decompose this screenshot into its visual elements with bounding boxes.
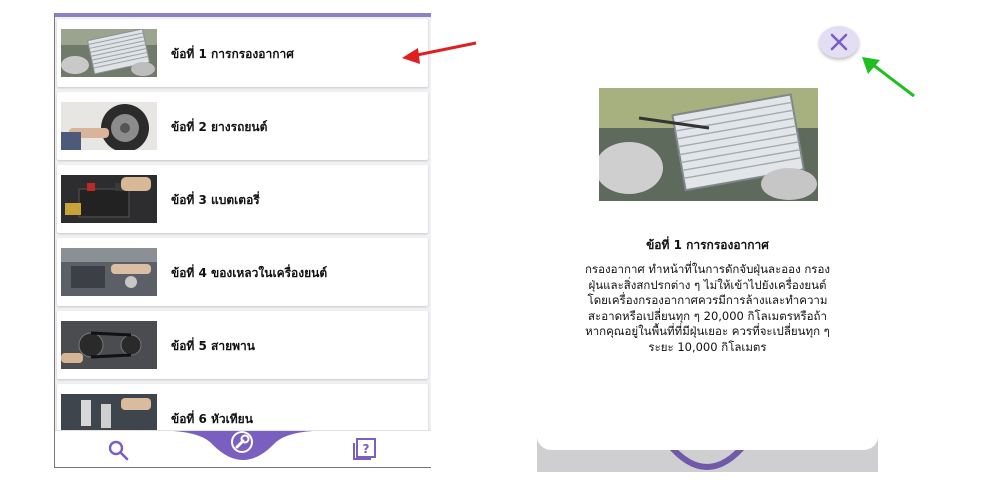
info-dialog: ข้อที่ 1 การกรองอากาศ กรองอากาศ ทำหน้าที… <box>537 8 878 450</box>
wrench-icon[interactable] <box>227 427 257 461</box>
body-line: กรองอากาศ ทำหน้าที่ในการดักจับฝุ่นละออง … <box>584 262 831 276</box>
body-line: สะอาดหรือเปลี่ยนทุก ๆ 20,000 กิโลเมตรหรื… <box>588 308 827 323</box>
belt-photo <box>61 321 157 369</box>
tire-photo <box>61 102 157 150</box>
bottom-navigation: ? <box>55 430 431 467</box>
list-item-label: ข้อที่ 2 ยางรถยนต์ <box>171 120 268 134</box>
detail-screen: ข้อที่ 1 การกรองอากาศ กรองอากาศ ทำหน้าที… <box>537 8 878 472</box>
top-app-bar <box>55 13 431 17</box>
list-item[interactable]: ข้อที่ 3 แบตเตอรี่ <box>57 165 428 233</box>
body-line: โดยเครื่องกรองอากาศควรมีการล้างและทำความ <box>587 293 828 307</box>
list-item-label: ข้อที่ 5 สายพาน <box>171 339 255 353</box>
list-item[interactable]: ข้อที่ 2 ยางรถยนต์ <box>57 92 428 160</box>
close-button[interactable] <box>819 26 859 58</box>
close-icon <box>830 33 848 51</box>
body-line: หากคุณอยู่ในพื้นที่ที่มีฝุ่นเยอะ ควรที่จ… <box>585 324 830 338</box>
body-line: ฝุ่นและสิ่งสกปรกต่าง ๆ ไม่ให้เข้าไปยังเค… <box>588 277 827 292</box>
body-line: ระยะ 10,000 กิโลเมตร <box>648 339 767 354</box>
list-item-label: ข้อที่ 1 การกรองอากาศ <box>171 47 294 61</box>
search-icon[interactable] <box>107 439 129 465</box>
dialog-title: ข้อที่ 1 การกรองอากาศ <box>646 238 769 252</box>
battery-photo <box>61 175 157 223</box>
help-book-icon[interactable]: ? <box>351 437 379 465</box>
list-item[interactable]: ข้อที่ 4 ของเหลวในเครื่องยนต์ <box>57 238 428 306</box>
list-item-label: ข้อที่ 4 ของเหลวในเครื่องยนต์ <box>171 266 328 280</box>
air-filter-photo <box>61 29 157 77</box>
list-item-label: ข้อที่ 3 แบตเตอรี่ <box>171 193 260 207</box>
list-item[interactable]: ข้อที่ 5 สายพาน <box>57 311 428 379</box>
svg-text:?: ? <box>363 442 370 456</box>
engine-fluid-photo <box>61 248 157 296</box>
air-filter-photo <box>599 88 818 201</box>
green-arrow-annotation <box>862 57 915 98</box>
list-item[interactable]: ข้อที่ 1 การกรองอากาศ <box>57 19 428 87</box>
topic-list-screen: ข้อที่ 1 การกรองอากาศ ข้อที่ 2 ยางรถยนต์ <box>54 13 431 468</box>
dialog-body-text: กรองอากาศ ทำหน้าที่ในการดักจับฝุ่นละออง … <box>551 262 864 355</box>
red-arrow-annotation <box>402 41 477 64</box>
